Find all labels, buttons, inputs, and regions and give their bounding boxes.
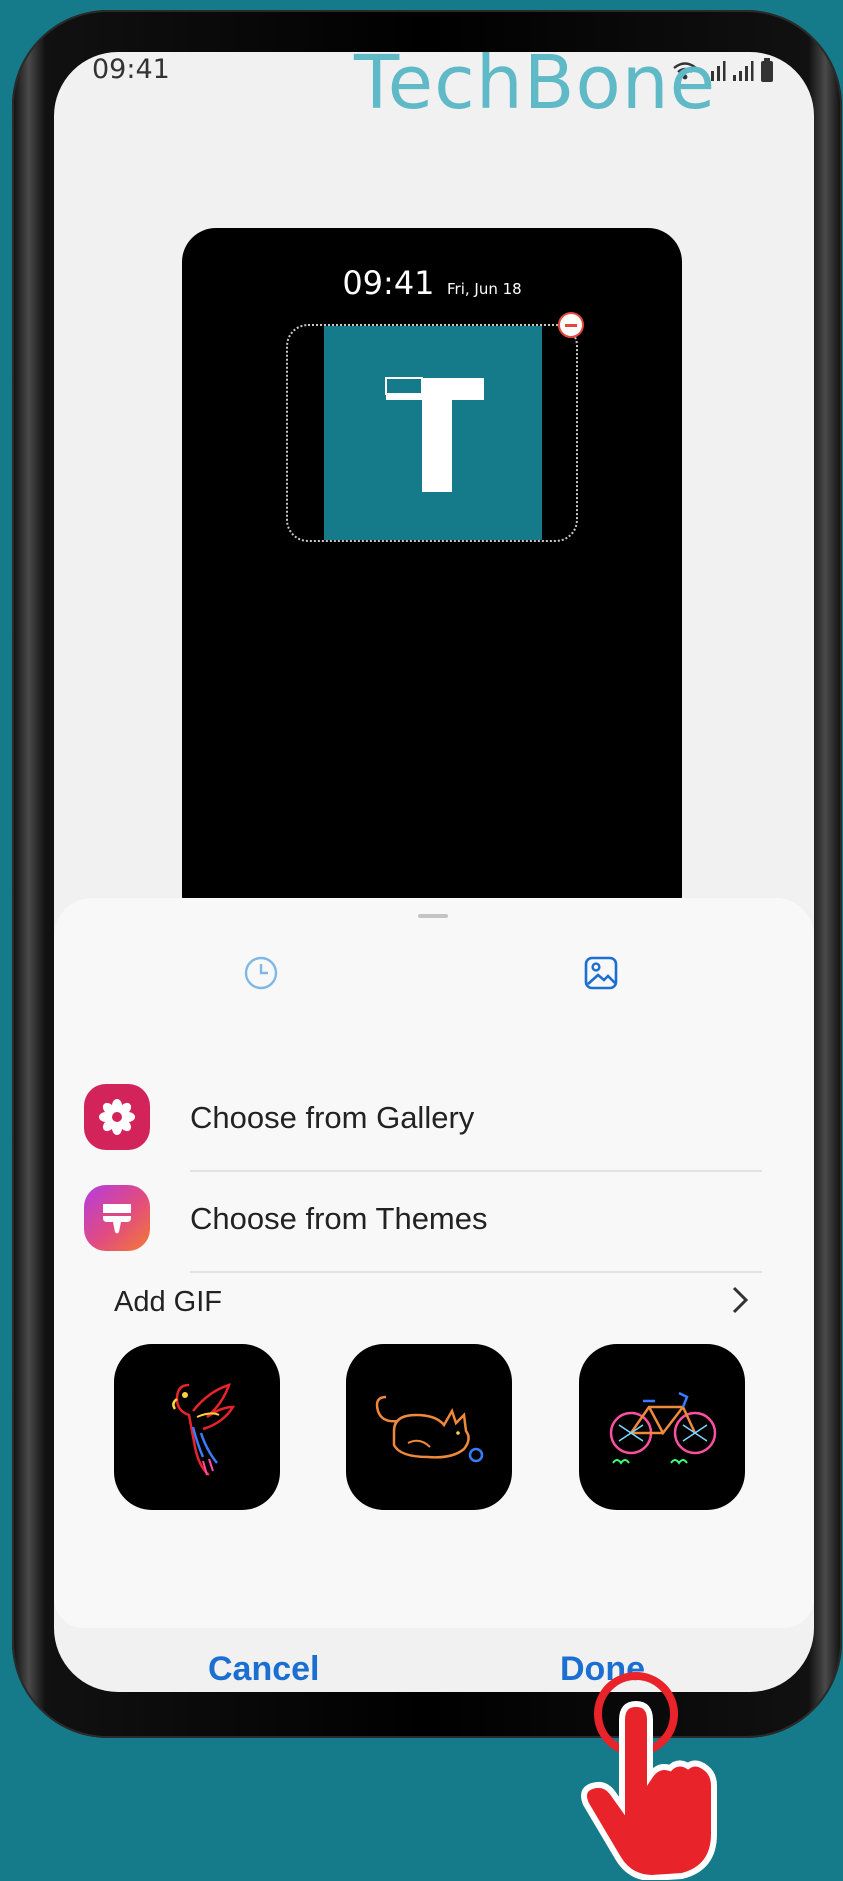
lock-widget-frame[interactable]: T [286, 324, 578, 542]
lock-widget-image: T [324, 326, 542, 540]
techbone-logo-icon: T [385, 377, 484, 492]
tab-clock[interactable] [240, 952, 282, 994]
gif-parrot[interactable] [114, 1344, 280, 1510]
tap-hand-icon [581, 1672, 717, 1880]
add-gif-label: Add GIF [114, 1286, 222, 1318]
remove-widget-button[interactable] [558, 312, 584, 338]
gallery-icon [84, 1084, 150, 1150]
choose-from-themes[interactable]: Choose from Themes [54, 1175, 814, 1275]
battery-icon [761, 58, 773, 82]
gif-bicycle[interactable] [579, 1344, 745, 1510]
phone-screen: 09:41 TechBone 09:41 Fri, Jun 18 T Choos… [54, 52, 814, 1692]
tab-image[interactable] [580, 952, 622, 994]
add-gif-row[interactable]: Add GIF [54, 1278, 814, 1328]
cat-icon [375, 1395, 484, 1463]
themes-icon [84, 1185, 150, 1251]
image-icon [584, 956, 618, 990]
signal-icon-2 [733, 61, 754, 81]
preview-time: 09:41 [342, 264, 435, 302]
watermark: TechBone [354, 52, 717, 126]
clock-icon [244, 956, 278, 990]
status-time: 09:41 [92, 54, 170, 85]
divider [190, 1170, 762, 1172]
bottom-sheet: Choose from Gallery Choose from Themes A… [54, 898, 814, 1628]
gif-cat[interactable] [346, 1344, 512, 1510]
lock-screen-preview: 09:41 Fri, Jun 18 T [182, 228, 682, 988]
choose-from-gallery[interactable]: Choose from Gallery [54, 1074, 814, 1174]
preview-date: Fri, Jun 18 [446, 280, 522, 298]
preview-clock: 09:41 Fri, Jun 18 [182, 264, 682, 302]
gallery-option-label: Choose from Gallery [190, 1100, 475, 1135]
themes-option-label: Choose from Themes [190, 1201, 488, 1236]
chevron-right-icon [732, 1286, 749, 1314]
sheet-handle[interactable] [418, 914, 448, 918]
parrot-icon [172, 1383, 236, 1476]
divider [190, 1271, 762, 1273]
bicycle-icon [609, 1391, 717, 1465]
cancel-button[interactable]: Cancel [208, 1650, 320, 1689]
